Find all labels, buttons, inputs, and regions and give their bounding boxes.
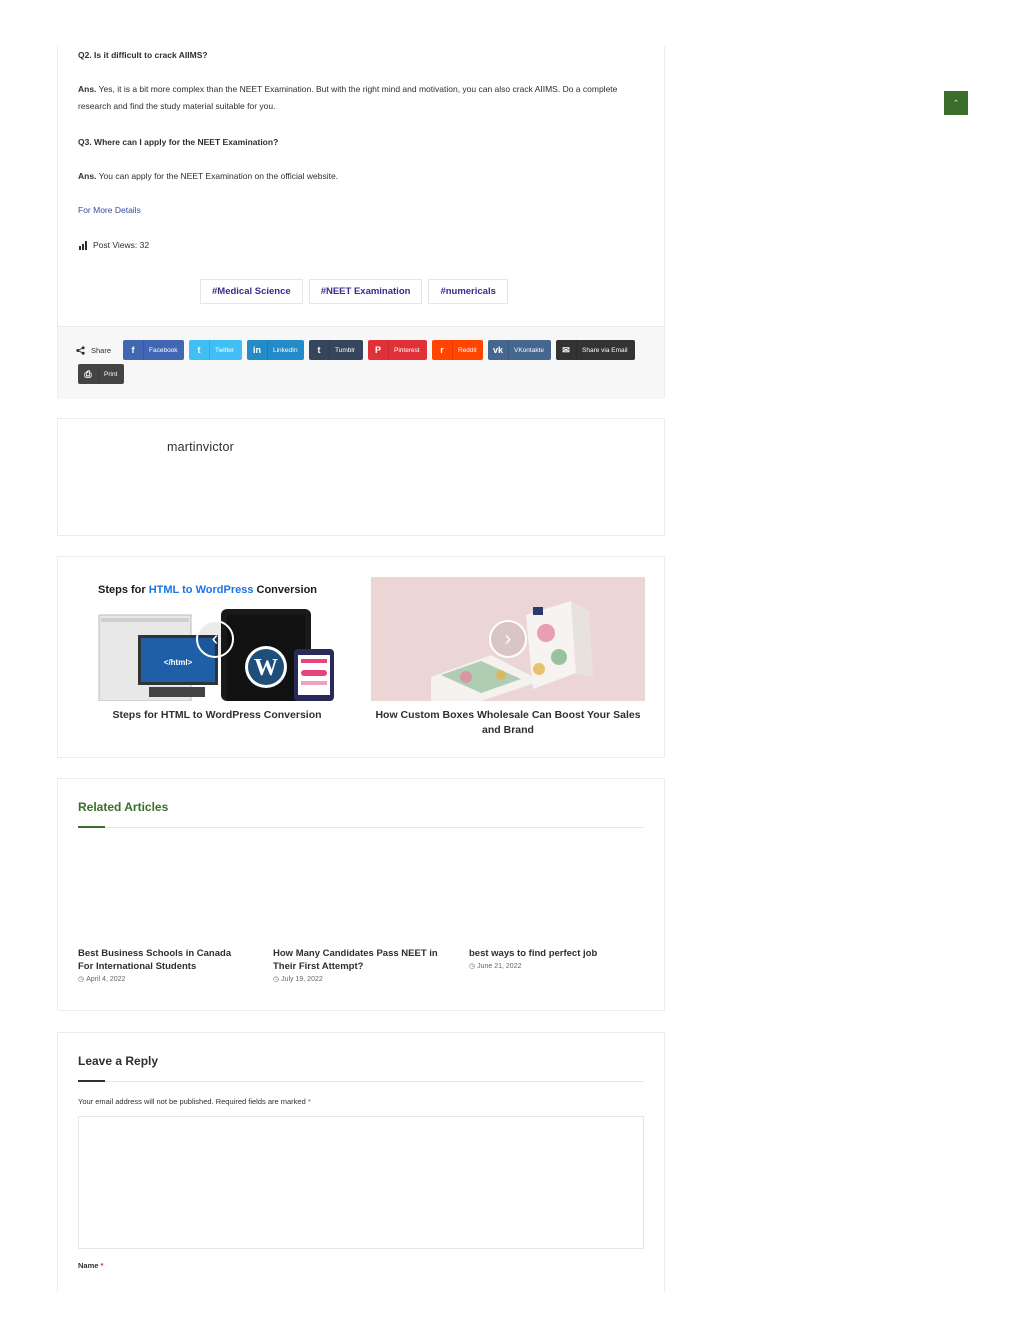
name-label-text: Name [78,1261,101,1270]
chevron-up-icon: ⌃ [953,100,959,107]
answer-text: You can apply for the NEET Examination o… [96,171,339,181]
share-vkontakte-button[interactable]: vk VKontakte [488,340,551,360]
share-tumblr-button[interactable]: t Tumblr [309,340,363,360]
share-label-text: Share [91,346,112,355]
share-facebook-label: Facebook [149,346,178,354]
share-reddit-label: Reddit [458,346,477,354]
clock-icon: ◷ [469,963,476,970]
linkedin-icon: in [247,340,268,360]
share-pinterest-button[interactable]: P Pinterest [368,340,427,360]
related-item-date-text: June 21, 2022 [477,962,522,970]
share-pinterest-label: Pinterest [394,346,420,354]
share-email-button[interactable]: ✉ Share via Email [556,340,635,360]
faq-answer-3: Ans. You can apply for the NEET Examinat… [78,168,638,185]
next-post-title[interactable]: How Custom Boxes Wholesale Can Boost You… [371,708,645,738]
related-item-date: ◷ June 21, 2022 [469,962,639,971]
comment-textarea[interactable] [78,1116,644,1249]
share-vkontakte-label: VKontakte [514,346,544,354]
author-name[interactable]: martinvictor [167,440,234,454]
post-navigation: Steps for HTML to WordPress Conversion <… [57,556,665,758]
share-facebook-button[interactable]: f Facebook [123,340,184,360]
html-tag-text: </html> [164,658,193,667]
print-icon: ⎙ [78,364,99,384]
related-item-title[interactable]: How Many Candidates Pass NEET in Their F… [273,947,443,973]
post-views: Post Views: 32 [78,240,149,250]
required-mark: * [307,1097,311,1106]
faq-answer-2: Ans. Yes, it is a bit more complex than … [78,81,638,115]
twitter-icon: t [189,340,210,360]
tag-medical-science[interactable]: #Medical Science [200,279,303,304]
answer-label: Ans. [78,84,97,94]
post-views-text: Post Views: 32 [93,240,150,250]
share-linkedin-label: LinkedIn [273,346,298,354]
faq-question-2: Q2. Is it difficult to crack AIIMS? [78,50,208,60]
prev-image-heading-pre: Steps for [98,584,149,596]
related-item-title[interactable]: best ways to find perfect job [469,947,639,960]
required-fields-note: Your email address will not be published… [78,1097,311,1106]
tumblr-icon: t [309,340,330,360]
name-field-label: Name * [78,1261,103,1270]
share-email-label: Share via Email [582,346,628,354]
section-accent [78,826,105,828]
related-articles: Related Articles Best Business Schools i… [57,778,665,1011]
svg-text:W: W [254,655,278,681]
clock-icon: ◷ [78,976,85,983]
back-to-top-button[interactable]: ⌃ [944,91,968,115]
print-label: Print [104,370,118,378]
post-tags: #Medical Science #NEET Examination #nume… [200,279,508,304]
answer-label: Ans. [78,171,97,181]
related-item-date: ◷ April 4, 2022 [78,975,248,984]
section-divider [78,1081,644,1082]
print-button[interactable]: ⎙ Print [78,364,124,384]
share-linkedin-button[interactable]: in LinkedIn [247,340,304,360]
prev-post-arrow-icon[interactable]: ‹ [196,620,234,658]
share-bar: Share f Facebook t Twitter in LinkedIn t Tum… [58,326,664,399]
next-post-arrow-icon[interactable]: › [489,620,527,658]
bar-chart-icon [79,240,87,250]
share-reddit-button[interactable]: r Reddit [432,340,483,360]
share-tumblr-label: Tumblr [335,346,355,354]
section-divider [78,827,644,828]
reddit-icon: r [432,340,453,360]
more-details-link[interactable]: For More Details [78,205,141,215]
answer-text: Yes, it is a bit more complex than the N… [78,84,618,111]
prev-image-heading-accent: HTML to WordPress [149,584,254,596]
share-icon [76,346,85,355]
share-label: Share [76,346,111,355]
author-box: martinvictor [57,418,665,536]
related-item-date-text: April 4, 2022 [86,975,126,983]
tag-numericals[interactable]: #numericals [428,279,508,304]
related-item-title[interactable]: Best Business Schools in Canada For Inte… [78,947,248,973]
share-twitter-label: Twitter [215,346,235,354]
prev-post-title[interactable]: Steps for HTML to WordPress Conversion [80,708,354,723]
clock-icon: ◷ [273,976,280,983]
related-item[interactable]: best ways to find perfect job ◷ June 21, … [469,947,639,970]
leave-reply-title: Leave a Reply [78,1054,159,1068]
share-twitter-button[interactable]: t Twitter [189,340,242,360]
related-articles-title: Related Articles [78,800,169,814]
email-icon: ✉ [556,340,577,360]
vk-icon: vk [488,340,509,360]
svg-text:Steps for HTML to WordPress Co: Steps for HTML to WordPress Conversion [98,584,317,596]
prev-image-heading-post: Conversion [253,584,317,596]
tag-neet-examination[interactable]: #NEET Examination [308,279,423,304]
related-item-date-text: July 19, 2022 [281,975,323,983]
related-item[interactable]: Best Business Schools in Canada For Inte… [78,947,248,983]
related-item-date: ◷ July 19, 2022 [273,975,443,984]
facebook-icon: f [123,340,144,360]
required-note-text: Your email address will not be published… [78,1097,308,1106]
section-accent [78,1080,105,1082]
related-item[interactable]: How Many Candidates Pass NEET in Their F… [273,947,443,983]
article-card: Q2. Is it difficult to crack AIIMS? Ans.… [57,46,665,399]
required-mark: * [100,1261,104,1270]
comment-form: Leave a Reply Your email address will no… [57,1032,665,1292]
pinterest-icon: P [368,340,389,360]
faq-question-3: Q3. Where can I apply for the NEET Exami… [78,137,279,147]
